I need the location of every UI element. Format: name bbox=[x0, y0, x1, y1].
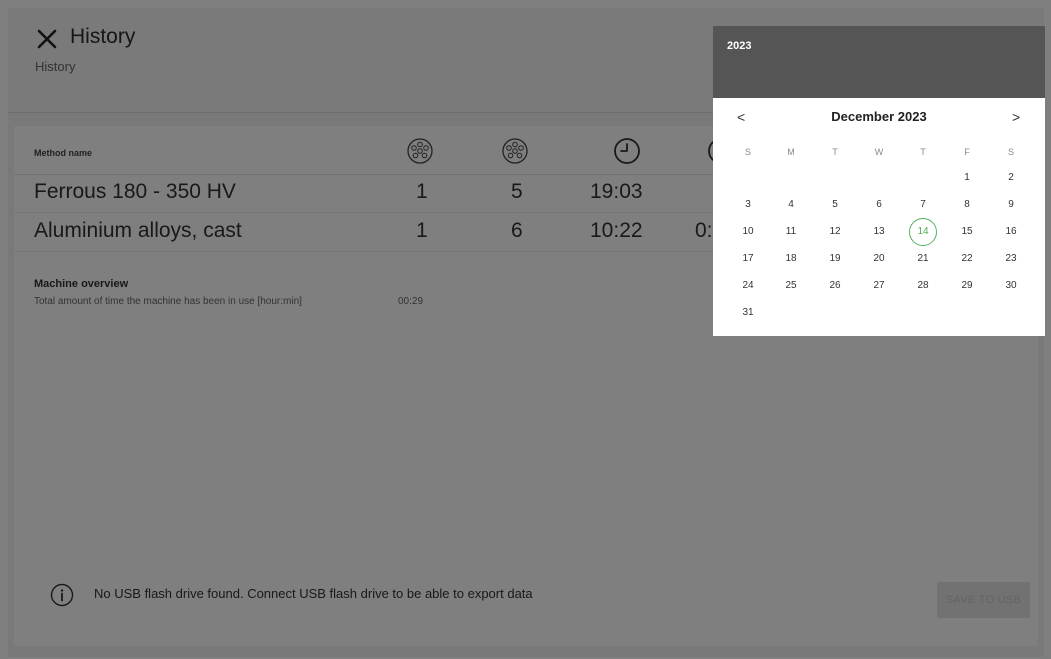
calendar-day[interactable]: 15 bbox=[952, 220, 982, 244]
date-picker-header: 2023 bbox=[713, 26, 1045, 98]
calendar-day[interactable]: 3 bbox=[733, 193, 763, 217]
calendar-day[interactable]: 5 bbox=[820, 193, 850, 217]
calendar-day[interactable]: 23 bbox=[996, 247, 1026, 271]
calendar-day[interactable]: 21 bbox=[908, 247, 938, 271]
calendar-day[interactable]: 1 bbox=[952, 166, 982, 190]
calendar-day[interactable]: 25 bbox=[776, 274, 806, 298]
weekday-label: T bbox=[832, 147, 838, 157]
calendar-day[interactable]: 4 bbox=[776, 193, 806, 217]
calendar-day[interactable]: 20 bbox=[864, 247, 894, 271]
weekday-label: S bbox=[744, 147, 751, 157]
calendar-day[interactable]: 8 bbox=[952, 193, 982, 217]
calendar-day[interactable]: 31 bbox=[733, 301, 763, 325]
calendar-day[interactable]: 19 bbox=[820, 247, 850, 271]
calendar-day[interactable]: 18 bbox=[776, 247, 806, 271]
calendar-day[interactable]: 2 bbox=[996, 166, 1026, 190]
year-selector[interactable]: 2023 bbox=[727, 40, 751, 52]
date-picker: 2023 December 2023 < > SMTWTFS 123456789… bbox=[713, 26, 1045, 336]
calendar-day[interactable]: 13 bbox=[864, 220, 894, 244]
calendar-day[interactable]: 30 bbox=[996, 274, 1026, 298]
weekday-label: T bbox=[920, 147, 926, 157]
calendar-day[interactable]: 7 bbox=[908, 193, 938, 217]
calendar-day[interactable]: 28 bbox=[908, 274, 938, 298]
weekday-label: M bbox=[787, 147, 795, 157]
next-month-button[interactable]: > bbox=[1012, 109, 1020, 125]
weekday-label: S bbox=[1007, 147, 1014, 157]
calendar-day[interactable]: 22 bbox=[952, 247, 982, 271]
calendar-day[interactable]: 17 bbox=[733, 247, 763, 271]
month-label: December 2023 bbox=[831, 109, 927, 124]
weekday-label: F bbox=[964, 147, 970, 157]
calendar-day[interactable]: 6 bbox=[864, 193, 894, 217]
calendar-day[interactable]: 26 bbox=[820, 274, 850, 298]
calendar-day[interactable]: 9 bbox=[996, 193, 1026, 217]
weekday-label: W bbox=[874, 147, 884, 157]
calendar-day[interactable]: 27 bbox=[864, 274, 894, 298]
calendar-day[interactable]: 16 bbox=[996, 220, 1026, 244]
calendar-day[interactable]: 29 bbox=[952, 274, 982, 298]
calendar-day[interactable]: 11 bbox=[776, 220, 806, 244]
previous-month-button[interactable]: < bbox=[737, 109, 745, 125]
calendar-day[interactable]: 24 bbox=[733, 274, 763, 298]
calendar-day-selected[interactable]: 14 bbox=[909, 218, 937, 246]
calendar-day[interactable]: 12 bbox=[820, 220, 850, 244]
calendar-day[interactable]: 10 bbox=[733, 220, 763, 244]
